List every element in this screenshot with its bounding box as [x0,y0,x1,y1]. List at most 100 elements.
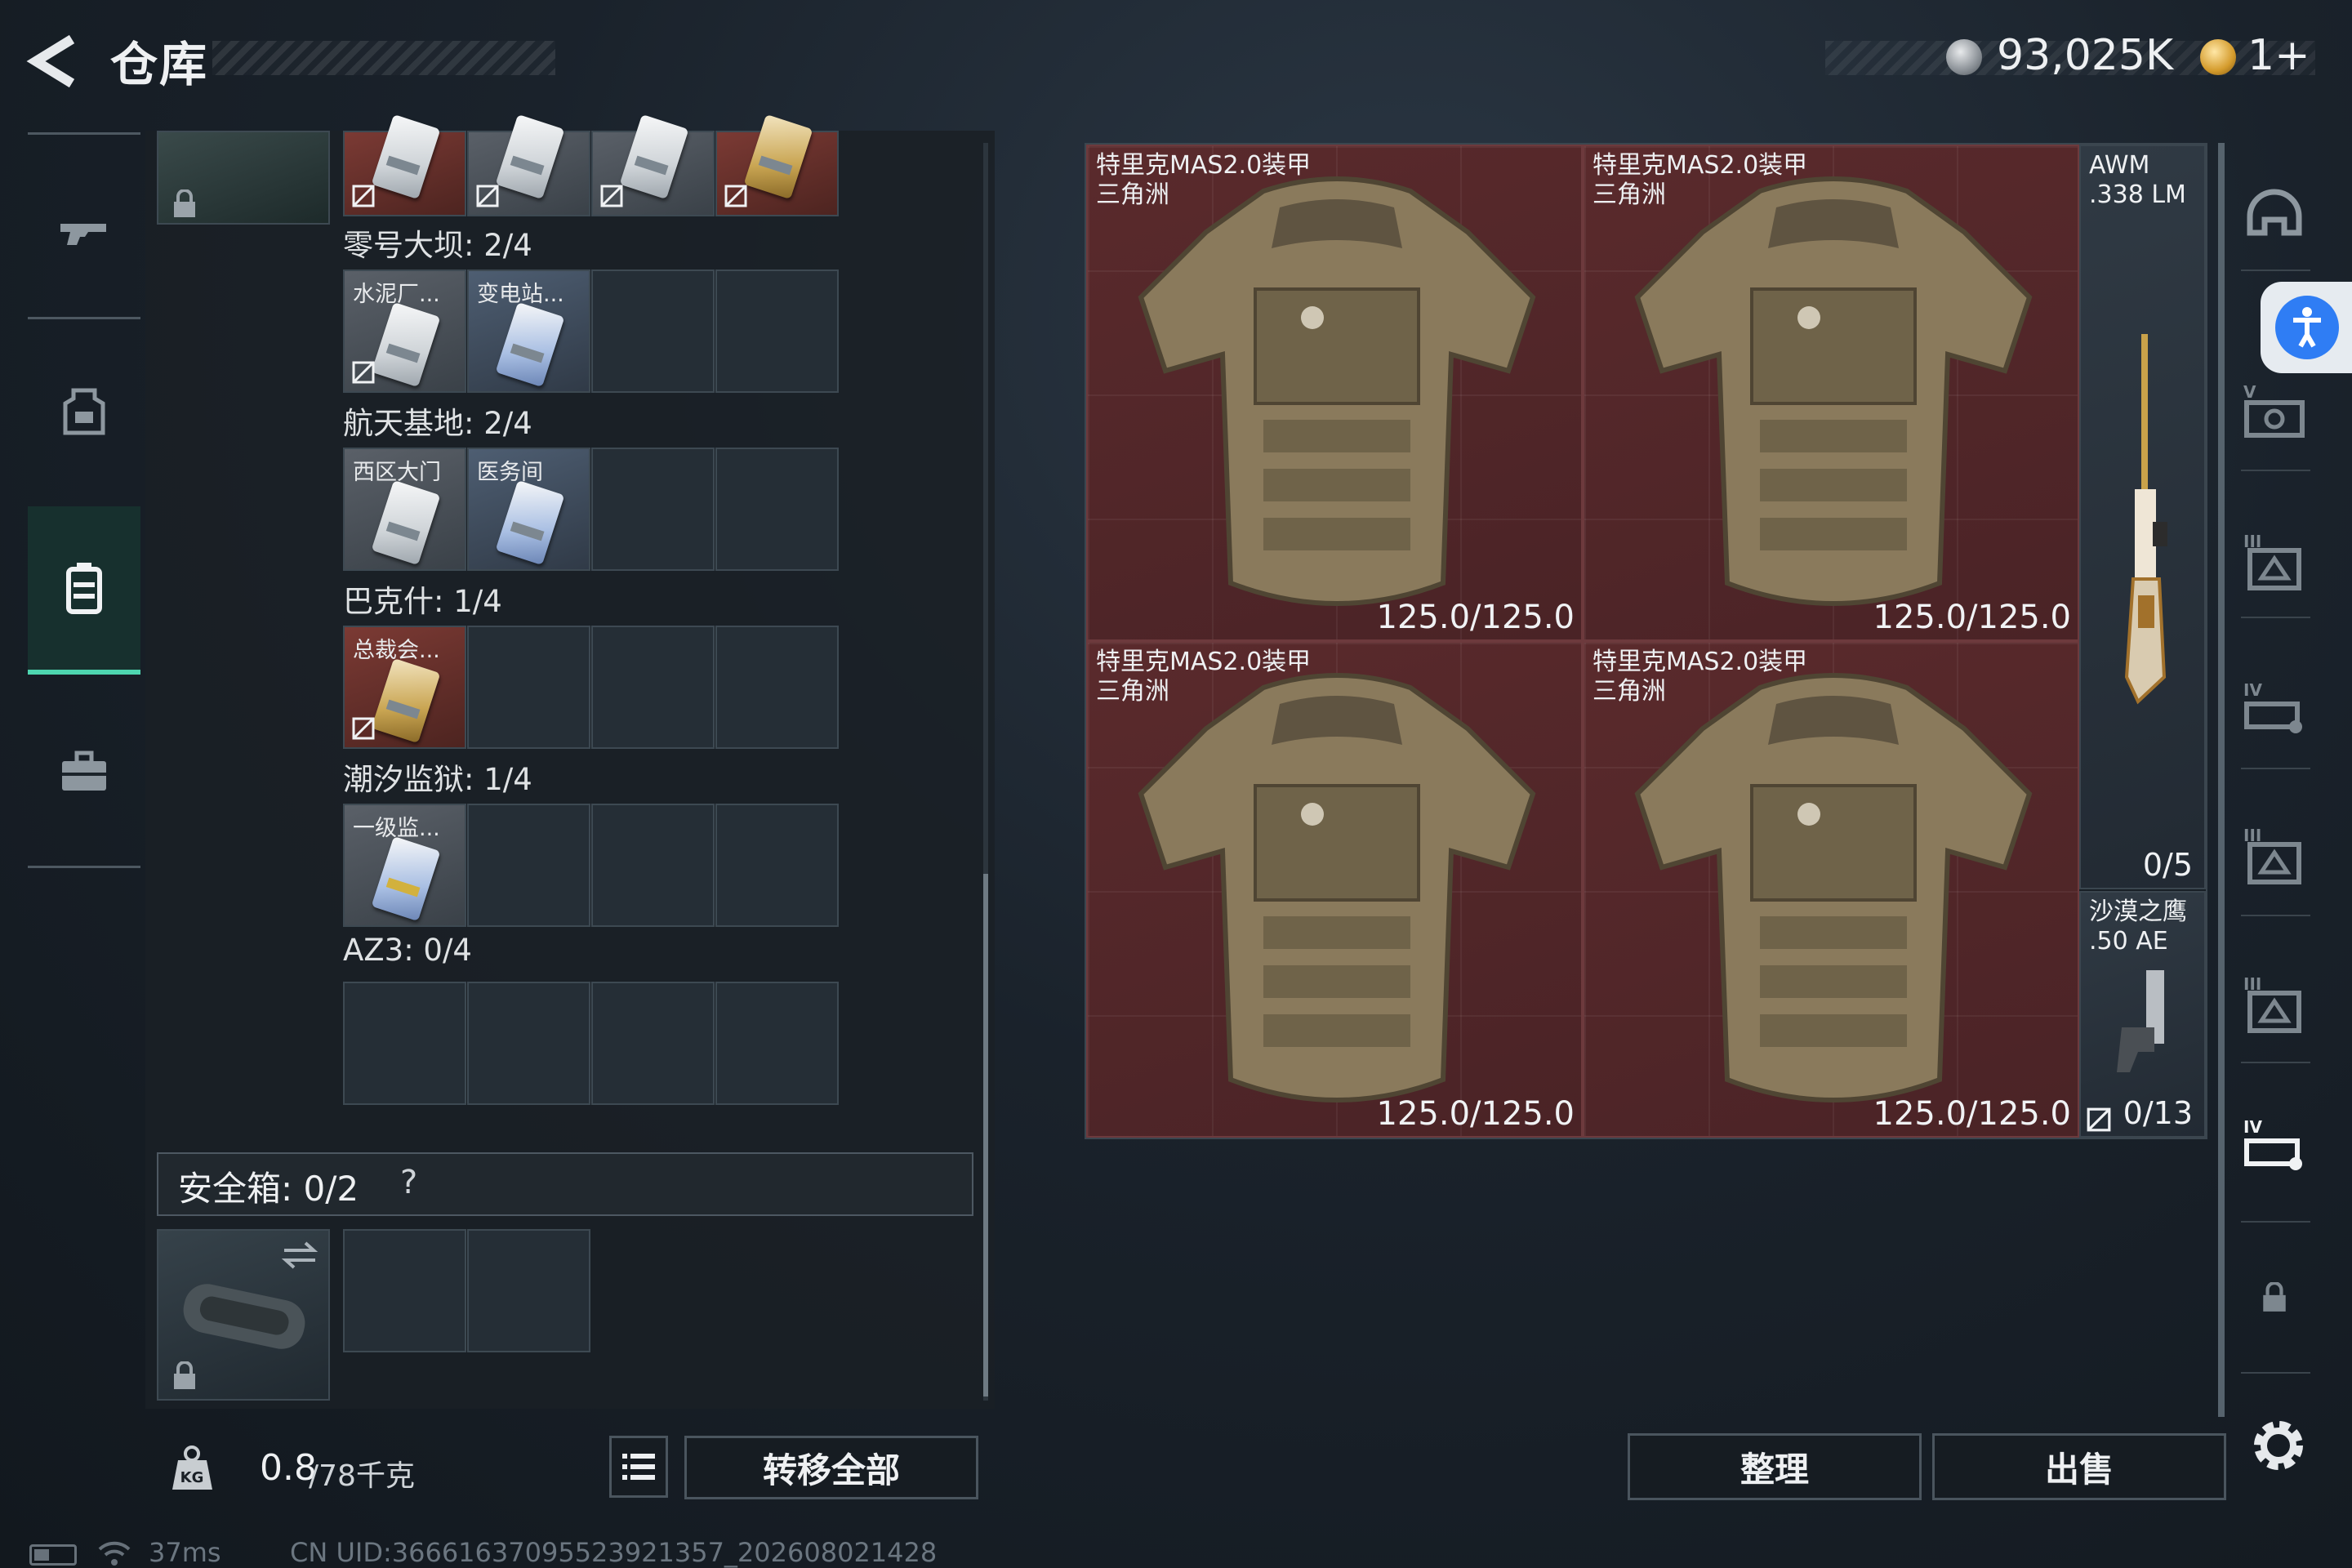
item-name: 特里克MAS2.0装甲 三角洲 [1592,151,1808,209]
empty-slot[interactable] [591,626,715,749]
empty-slot[interactable] [343,982,466,1105]
container-slot[interactable] [157,131,330,225]
swap-icon[interactable] [279,1239,320,1272]
safe-case-icon [183,1284,305,1349]
empty-slot[interactable] [715,982,839,1105]
sidebar-divider [2241,1221,2310,1223]
armor-item[interactable]: 特里克MAS2.0装甲 三角洲 125.0/125.0 [1583,145,2079,641]
keycard-slot[interactable] [715,114,839,216]
lock-icon [2263,1282,2286,1312]
keycard-slot[interactable]: 一级监... [343,804,466,927]
empty-slot[interactable] [467,1229,590,1352]
section-title: 潮汐监狱: 1/4 [343,762,532,797]
armor-plate-icon[interactable]: III [2242,823,2307,889]
keycard-slot[interactable]: 变电站... [467,270,590,393]
armor-plate-icon[interactable]: III [2242,529,2307,595]
silver-coin-icon [1946,39,1982,75]
item-name: 沙漠之鹰 .50 AE [2089,898,2187,956]
armor-item[interactable]: 特里克MAS2.0装甲 三角洲 125.0/125.0 [1086,641,1583,1138]
gun-icon [60,224,106,245]
rig-icon[interactable]: IV [2242,1115,2307,1180]
rig-icon[interactable]: IV [2242,678,2307,743]
sidebar-divider [2241,470,2310,471]
page-title: 仓库 [110,37,209,92]
empty-slot[interactable] [715,270,839,393]
keycard-slot[interactable] [467,114,590,216]
ammo-count: 0/5 [2142,847,2193,883]
keycard-slot[interactable]: 医务间 [467,448,590,571]
empty-slot[interactable] [715,626,839,749]
keycard-slot[interactable] [591,114,715,216]
safe-box-item[interactable] [157,1229,330,1401]
nav-item-case[interactable] [28,690,140,853]
sidebar-divider [2241,1062,2310,1063]
safe-box-help-icon[interactable]: ? [400,1164,417,1201]
wifi-icon [98,1541,131,1566]
durability-value: 125.0/125.0 [1873,599,2072,636]
weapon-item[interactable]: AWM .338 LM 0/5 [2079,145,2206,889]
lock-icon [174,1361,195,1389]
settings-icon[interactable] [2244,1411,2313,1480]
gold-coin-icon [2200,39,2236,75]
left-scroll-thumb[interactable] [983,874,988,1396]
tidy-button[interactable]: 整理 [1628,1433,1922,1500]
empty-slot[interactable] [591,982,715,1105]
nav-item-backpack[interactable] [28,506,140,675]
currency-amount[interactable]: 93,025K [1997,31,2173,80]
armor-item[interactable]: 特里克MAS2.0装甲 三角洲 125.0/125.0 [1086,145,1583,641]
sell-button[interactable]: 出售 [1932,1433,2226,1500]
nav-item-gear[interactable] [28,331,140,494]
empty-slot[interactable] [467,982,590,1105]
sniper-rifle-icon [2124,334,2167,705]
armor-vest-icon [1138,673,1536,1102]
sidebar-divider [2241,1372,2310,1374]
helmet-icon[interactable] [2242,184,2307,249]
pistol-icon [2117,970,2164,1072]
empty-slot[interactable] [591,448,715,571]
transfer-all-button[interactable]: 转移全部 [684,1436,978,1499]
sidebar-divider [2241,617,2310,618]
keycard-slot[interactable] [343,114,466,216]
empty-slot[interactable] [467,804,590,927]
keycard-slot[interactable]: 西区大门 [343,448,466,571]
section-title: 巴克什: 1/4 [343,584,502,619]
ticket-amount[interactable]: 1+ [2247,31,2310,80]
armor-plate-icon[interactable]: V [2242,380,2307,445]
keycard-slot[interactable]: 总裁会... [343,626,466,749]
accessibility-icon[interactable] [2275,296,2339,359]
empty-slot[interactable] [591,270,715,393]
sidebar-divider [2241,768,2310,769]
keycard-slot[interactable]: 水泥厂... [343,270,466,393]
battery-icon [29,1544,77,1566]
durability-value: 125.0/125.0 [1376,599,1575,636]
empty-slot[interactable] [591,804,715,927]
list-icon [622,1454,655,1480]
sidebar-divider [2241,915,2310,916]
back-arrow-icon[interactable] [24,33,90,90]
empty-slot[interactable] [715,448,839,571]
item-name: AWM .338 LM [2089,151,2186,209]
empty-slot[interactable] [467,626,590,749]
durability-value: 125.0/125.0 [1376,1095,1575,1133]
vest-icon [63,388,105,435]
section-title: AZ3: 0/4 [343,933,472,968]
user-uid: CN UID:366616370955239213​57_20260802142… [290,1537,938,1568]
weight-capacity: /78千克 [309,1459,415,1493]
weapon-item[interactable]: 沙漠之鹰 .50 AE 0/13 [2079,891,2206,1138]
armor-vest-icon [1634,673,2033,1102]
item-name: 特里克MAS2.0装甲 三角洲 [1096,151,1312,209]
svg-text:IV: IV [2243,1117,2262,1137]
no-drop-icon [476,185,499,207]
section-title: 航天基地: 2/4 [343,406,532,441]
list-view-button[interactable] [609,1436,668,1498]
kg-icon: KG [172,1446,212,1490]
armor-plate-icon[interactable]: III [2242,972,2307,1037]
empty-slot[interactable] [715,804,839,927]
nav-divider [28,317,140,319]
armor-vest-icon [1634,176,2033,606]
empty-slot[interactable] [343,1229,466,1352]
nav-item-weapons[interactable] [28,151,140,314]
stash-scrollbar[interactable] [2218,143,2225,1417]
title-decoration [212,41,555,75]
armor-item[interactable]: 特里克MAS2.0装甲 三角洲 125.0/125.0 [1583,641,2079,1138]
